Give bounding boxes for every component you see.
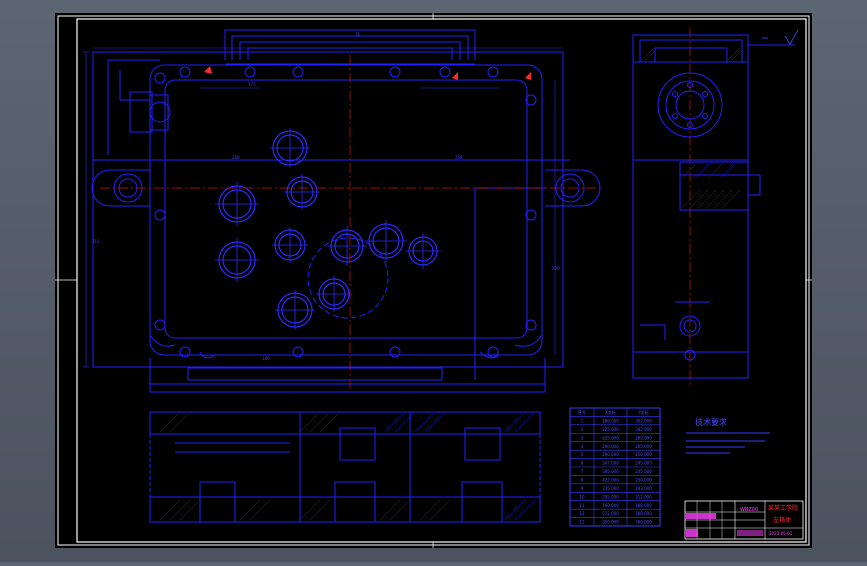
table-cell: 1 xyxy=(581,418,584,423)
svg-text:175: 175 xyxy=(248,82,256,87)
table-cell: 225.000 xyxy=(602,435,619,440)
cad-viewport[interactable]: 268 268 175 315 290 180 16 序号 X坐标 Y坐标 1 … xyxy=(0,0,867,562)
table-cell: 7 xyxy=(581,469,584,474)
svg-text:16: 16 xyxy=(355,32,361,37)
table-cell: 11 xyxy=(579,503,585,508)
svg-text:268: 268 xyxy=(455,155,463,160)
table-cell: 2 xyxy=(581,427,584,432)
table-cell: 282.000 xyxy=(635,427,652,432)
table-cell: 290.000 xyxy=(602,452,619,457)
table-cell: 13 xyxy=(579,520,585,525)
svg-text:268: 268 xyxy=(232,155,240,160)
table-cell: 302.000 xyxy=(635,418,652,423)
table-cell: 4 xyxy=(581,444,584,449)
table-cell: 160.000 xyxy=(602,503,619,508)
drawing-canvas[interactable]: 268 268 175 315 290 180 16 序号 X坐标 Y坐标1 1… xyxy=(0,0,867,562)
table-cell: 250.000 xyxy=(635,477,652,482)
table-cell: 293.000 xyxy=(635,486,652,491)
table-cell: 245.000 xyxy=(635,461,652,466)
table-cell: 205.000 xyxy=(635,444,652,449)
title-part-name: 左箱体 xyxy=(773,516,791,524)
table-cell: 6 xyxy=(581,461,584,466)
table-cell: 290.000 xyxy=(602,444,619,449)
table-cell: 188.000 xyxy=(635,503,652,508)
table-cell: 262.000 xyxy=(635,435,652,440)
table-cell: 8 xyxy=(581,477,584,482)
table-cell: 188.000 xyxy=(635,511,652,516)
svg-text:180: 180 xyxy=(262,356,270,361)
table-header-cell: Y坐标 xyxy=(637,409,648,415)
table-cell: 225.000 xyxy=(602,427,619,432)
svg-text:315: 315 xyxy=(92,239,100,244)
table-cell: 312.000 xyxy=(635,494,652,499)
table-cell: 347.000 xyxy=(602,461,619,466)
table-cell: 422.000 xyxy=(602,477,619,482)
table-cell: 9 xyxy=(581,486,584,491)
table-header-cell: X坐标 xyxy=(605,409,616,415)
table-cell: 5 xyxy=(581,452,584,457)
table-header-cell: 序号 xyxy=(578,409,586,415)
table-cell: 335.000 xyxy=(602,486,619,491)
table-cell: 385.000 xyxy=(602,469,619,474)
table-cell: 350.000 xyxy=(602,520,619,525)
svg-text:290: 290 xyxy=(552,266,560,271)
table-cell: 3 xyxy=(581,435,584,440)
table-cell: 380.000 xyxy=(635,520,652,525)
table-cell: 295.000 xyxy=(602,494,619,499)
table-cell: 12 xyxy=(579,511,585,516)
tech-requirements-title: 技术要求 xyxy=(695,417,727,427)
table-cell: 245.000 xyxy=(635,469,652,474)
table-cell: 572.000 xyxy=(602,511,619,516)
title-code: WBZ00 xyxy=(740,507,758,513)
title-company: 某某工学院 xyxy=(768,504,798,512)
table-cell: 186.000 xyxy=(602,418,619,423)
title-date: 2023-05-01 xyxy=(769,531,793,536)
table-cell: 10 xyxy=(579,494,585,499)
table-cell: 250.000 xyxy=(635,452,652,457)
